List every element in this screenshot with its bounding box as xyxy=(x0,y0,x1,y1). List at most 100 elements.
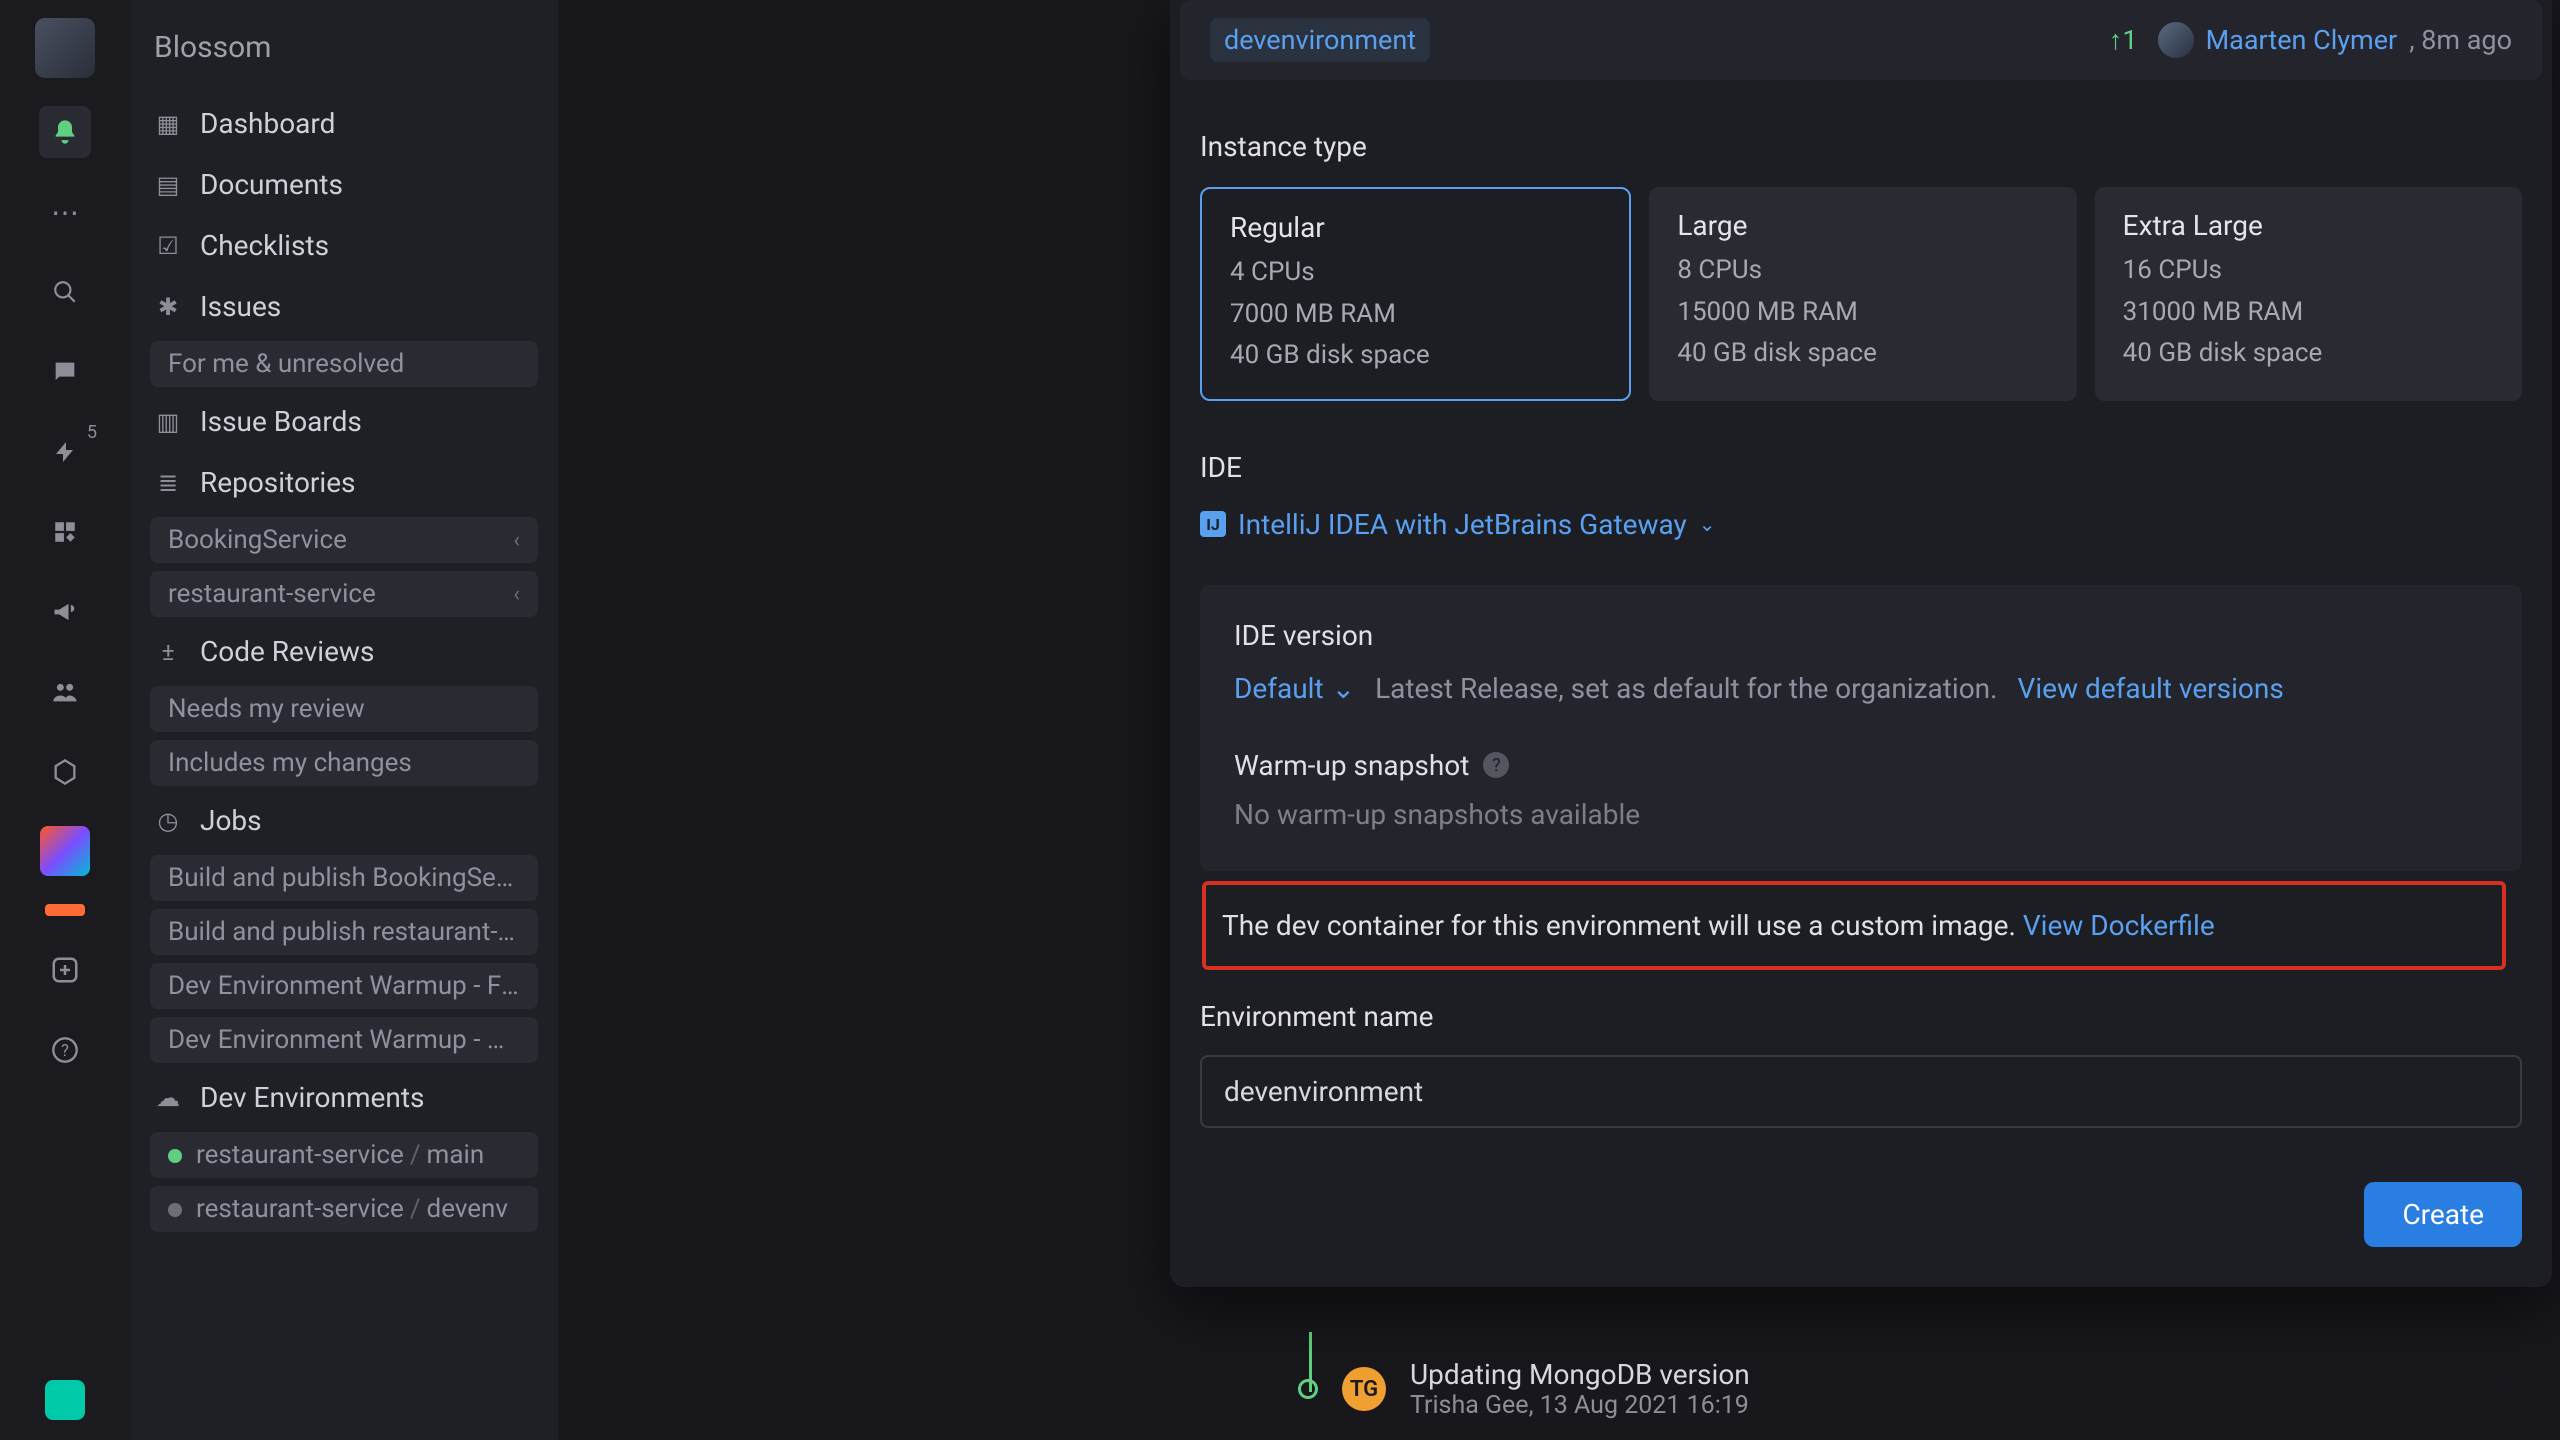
sidebar-repo-0[interactable]: BookingService‹ xyxy=(150,517,538,563)
branch-chip[interactable]: devenvironment xyxy=(1210,18,1430,62)
add-icon[interactable] xyxy=(39,944,91,996)
sidebar-job-1[interactable]: Build and publish restaurant-se xyxy=(150,909,538,955)
org-name: Blossom xyxy=(130,30,558,93)
more-icon[interactable]: ⋯ xyxy=(39,186,91,238)
sidebar-item-jobs[interactable]: ◷ Jobs xyxy=(130,790,558,851)
sidebar-repo-1[interactable]: restaurant-service‹ xyxy=(150,571,538,617)
main-area: Settings Open in IDE Clone... Filter by … xyxy=(558,0,2560,1440)
sidebar-item-label: Jobs xyxy=(200,804,262,837)
help-icon[interactable]: ? xyxy=(1483,752,1509,778)
sidebar-item-label: Dashboard xyxy=(200,107,335,140)
chevron-left-icon: ‹ xyxy=(513,582,520,607)
sidebar-item-label: Issue Boards xyxy=(200,405,362,438)
sidebar-item-issue-boards[interactable]: ▥ Issue Boards xyxy=(130,391,558,452)
view-dockerfile-link[interactable]: View Dockerfile xyxy=(2023,909,2215,942)
issues-icon: ✱ xyxy=(154,293,182,321)
env-name-label: Environment name xyxy=(1170,1000,2552,1033)
sidebar-item-label: Documents xyxy=(200,168,343,201)
commit-graph-node-icon xyxy=(1298,1379,1318,1399)
ide-label: IDE xyxy=(1200,451,2522,484)
help-icon[interactable]: ? xyxy=(39,1024,91,1076)
sidebar-item-checklists[interactable]: ☑ Checklists xyxy=(130,215,558,276)
notifications-icon[interactable] xyxy=(39,106,91,158)
sidebar-item-dashboard[interactable]: ▦ Dashboard xyxy=(130,93,558,154)
jobs-icon: ◷ xyxy=(154,807,182,835)
status-dot-green-icon xyxy=(168,1149,182,1163)
cloud-icon: ☁ xyxy=(154,1084,182,1112)
instance-large[interactable]: Large 8 CPUs 15000 MB RAM 40 GB disk spa… xyxy=(1649,187,2076,401)
sidebar-filter-issues[interactable]: For me & unresolved xyxy=(150,341,538,387)
commit-row[interactable]: TG Updating MongoDB version Trisha Gee, … xyxy=(1298,1358,1750,1420)
sidebar-item-label: Checklists xyxy=(200,229,329,262)
product-icon[interactable] xyxy=(45,1380,85,1420)
lightning-badge: 5 xyxy=(87,422,97,443)
sidebar-item-label: Repositories xyxy=(200,466,356,499)
documents-icon: ▤ xyxy=(154,171,182,199)
view-default-versions-link[interactable]: View default versions xyxy=(2018,672,2284,705)
code-reviews-icon: ± xyxy=(154,638,182,666)
instance-extra-large[interactable]: Extra Large 16 CPUs 31000 MB RAM 40 GB d… xyxy=(2095,187,2522,401)
status-dot-grey-icon xyxy=(168,1203,182,1217)
ide-version-box: IDE version Default ⌄ Latest Release, se… xyxy=(1200,585,2522,871)
sidebar-job-3[interactable]: Dev Environment Warmup - Gat xyxy=(150,1017,538,1063)
new-dev-environment-dialog: devenvironment ↑1 Maarten Clymer , 8m ag… xyxy=(1170,0,2552,1287)
instance-regular[interactable]: Regular 4 CPUs 7000 MB RAM 40 GB disk sp… xyxy=(1200,187,1631,401)
commit-message: Updating MongoDB version xyxy=(1410,1358,1750,1391)
sidebar-item-label: Issues xyxy=(200,290,281,323)
branch-author: Maarten Clymer , 8m ago xyxy=(2158,22,2512,58)
sidebar-cr-1[interactable]: Includes my changes xyxy=(150,740,538,786)
boards-icon: ▥ xyxy=(154,408,182,436)
sidebar-item-code-reviews[interactable]: ± Code Reviews xyxy=(130,621,558,682)
sidebar-env-1[interactable]: restaurant-service/devenv xyxy=(150,1186,538,1232)
ide-selector[interactable]: IJ IntelliJ IDEA with JetBrains Gateway … xyxy=(1200,508,1716,541)
icon-rail: ⋯ 5 ? xyxy=(0,0,130,1440)
orange-icon[interactable] xyxy=(45,904,85,916)
sidebar-item-documents[interactable]: ▤ Documents xyxy=(130,154,558,215)
author-avatar-icon xyxy=(2158,22,2194,58)
instance-type-options: Regular 4 CPUs 7000 MB RAM 40 GB disk sp… xyxy=(1200,187,2522,401)
sidebar-item-dev-envs[interactable]: ☁ Dev Environments xyxy=(130,1067,558,1128)
warmup-label: Warm-up snapshot xyxy=(1234,749,1469,782)
commit-date: 13 Aug 2021 16:19 xyxy=(1540,1391,1749,1420)
chevron-down-icon: ⌄ xyxy=(1699,512,1716,536)
ide-version-desc: Latest Release, set as default for the o… xyxy=(1375,672,1997,705)
sidebar-item-issues[interactable]: ✱ Issues xyxy=(130,276,558,337)
chevron-left-icon: ‹ xyxy=(513,528,520,553)
instance-type-label: Instance type xyxy=(1200,130,2522,163)
author-time: , 8m ago xyxy=(2409,24,2512,56)
ide-version-label: IDE version xyxy=(1234,619,2488,652)
avatar[interactable] xyxy=(35,18,95,78)
chat-icon[interactable] xyxy=(39,346,91,398)
branch-row: devenvironment ↑1 Maarten Clymer , 8m ag… xyxy=(1180,0,2542,80)
dockerfile-msg: The dev container for this environment w… xyxy=(1222,909,2016,942)
ide-version-dropdown[interactable]: Default ⌄ xyxy=(1234,672,1355,705)
settings-icon[interactable] xyxy=(39,746,91,798)
ide-name: IntelliJ IDEA with JetBrains Gateway xyxy=(1238,508,1687,541)
sidebar-item-label: Dev Environments xyxy=(200,1081,424,1114)
sidebar-job-0[interactable]: Build and publish BookingServic xyxy=(150,855,538,901)
commit-author-avatar: TG xyxy=(1342,1367,1386,1411)
repos-icon: ≣ xyxy=(154,469,182,497)
checklists-icon: ☑ xyxy=(154,232,182,260)
create-button[interactable]: Create xyxy=(2364,1182,2522,1247)
search-icon[interactable] xyxy=(39,266,91,318)
sidebar-item-repositories[interactable]: ≣ Repositories xyxy=(130,452,558,513)
dockerfile-notice: The dev container for this environment w… xyxy=(1202,881,2506,970)
sidebar-cr-0[interactable]: Needs my review xyxy=(150,686,538,732)
author-name[interactable]: Maarten Clymer xyxy=(2206,24,2398,56)
sidebar-item-label: Code Reviews xyxy=(200,635,374,668)
megaphone-icon[interactable] xyxy=(39,586,91,638)
lightning-icon[interactable]: 5 xyxy=(39,426,91,478)
intellij-icon: IJ xyxy=(1200,511,1226,537)
apps-icon[interactable] xyxy=(39,506,91,558)
team-icon[interactable] xyxy=(39,666,91,718)
commit-author: Trisha Gee xyxy=(1410,1391,1529,1420)
env-name-input[interactable] xyxy=(1200,1055,2522,1128)
ahead-indicator: ↑1 xyxy=(2109,24,2138,56)
sidebar-job-2[interactable]: Dev Environment Warmup - Fle xyxy=(150,963,538,1009)
sidebar-env-0[interactable]: restaurant-service/main xyxy=(150,1132,538,1178)
dashboard-icon: ▦ xyxy=(154,110,182,138)
svg-text:?: ? xyxy=(61,1041,69,1060)
chevron-down-icon: ⌄ xyxy=(1332,672,1355,705)
jetbrains-icon[interactable] xyxy=(40,826,90,876)
